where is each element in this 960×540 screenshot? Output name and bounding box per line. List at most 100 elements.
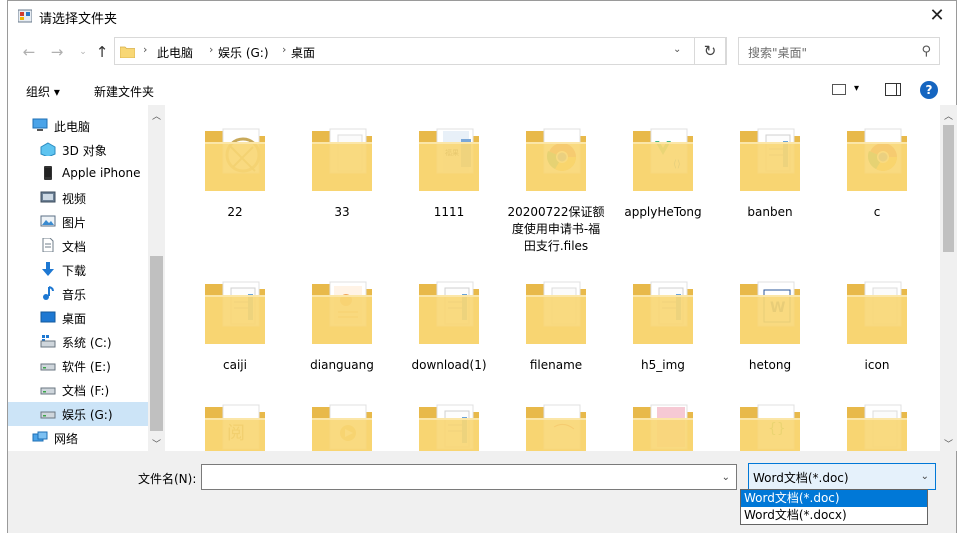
- sidebar-item[interactable]: 文档 (F:): [8, 378, 148, 402]
- folder-item[interactable]: 33: [292, 105, 392, 250]
- sidebar-item-label: 系统 (C:): [62, 336, 112, 350]
- folder-icon: W: [740, 281, 800, 344]
- view-mode-icon[interactable]: [832, 84, 846, 95]
- folder-icon: [312, 281, 372, 344]
- forward-arrow-icon[interactable]: →: [48, 43, 66, 61]
- close-icon[interactable]: ✕: [926, 5, 948, 27]
- sidebar-item[interactable]: 软件 (E:): [8, 354, 148, 378]
- folder-item[interactable]: [613, 381, 713, 451]
- download-icon: [42, 262, 54, 276]
- folder-name: dianguang: [310, 358, 374, 372]
- command-bar: 组织 ▾ 新建文件夹 ▾ ?: [8, 75, 956, 105]
- recent-dropdown-icon[interactable]: ⌄: [74, 43, 92, 61]
- sidebar-item-label: 网络: [54, 432, 79, 446]
- preview-pane-icon[interactable]: [885, 83, 901, 96]
- refresh-icon[interactable]: ↻: [694, 37, 726, 65]
- folder-icon: [847, 281, 907, 344]
- chevron-down-icon[interactable]: ⌄: [722, 472, 730, 483]
- scroll-up-icon[interactable]: ︿: [943, 109, 954, 122]
- sidebar-item[interactable]: Apple iPhone: [8, 162, 148, 186]
- folder-icon: [312, 128, 372, 191]
- filename-input[interactable]: ⌄: [201, 464, 737, 490]
- chevron-down-icon[interactable]: ⌄: [921, 471, 929, 482]
- folder-item[interactable]: 阅: [185, 381, 285, 451]
- folder-icon: 阅: [205, 404, 265, 451]
- document-icon: [42, 238, 54, 252]
- folder-icon: [419, 281, 479, 344]
- folder-name: caiji: [223, 358, 247, 372]
- address-bar[interactable]: › 此电脑 › 娱乐 (G:) › 桌面 ⌄: [114, 37, 727, 65]
- folder-item[interactable]: 福果 1111: [399, 105, 499, 250]
- sidebar-item-label: Apple iPhone: [62, 166, 141, 180]
- up-arrow-icon[interactable]: ↑: [93, 43, 111, 61]
- folder-icon: [740, 128, 800, 191]
- scrollbar-thumb[interactable]: [150, 256, 163, 431]
- breadcrumb-desktop[interactable]: 桌面: [291, 44, 315, 61]
- search-placeholder: 搜索"桌面": [748, 46, 808, 60]
- sidebar-item[interactable]: 此电脑: [8, 114, 148, 138]
- help-icon[interactable]: ?: [920, 81, 938, 99]
- sidebar-item[interactable]: 文档: [8, 234, 148, 258]
- folder-item[interactable]: 22: [185, 105, 285, 250]
- sidebar-item[interactable]: 系统 (C:): [8, 330, 148, 354]
- folder-item[interactable]: [292, 381, 392, 451]
- window-title: 请选择文件夹: [39, 12, 118, 27]
- file-list-scrollbar[interactable]: ︿ ﹀: [940, 105, 957, 451]
- chevron-right-icon[interactable]: ›: [282, 43, 286, 56]
- folder-name: 33: [334, 205, 350, 219]
- phone-icon: [44, 166, 52, 180]
- scroll-down-icon[interactable]: ﹀: [943, 437, 954, 450]
- drive-icon: [40, 387, 56, 395]
- folder-icon: [526, 281, 586, 344]
- folder-item[interactable]: ⟨⟩ applyHeTong: [613, 105, 713, 250]
- scroll-down-icon[interactable]: ﹀: [151, 437, 162, 450]
- folder-name: 1111: [433, 205, 465, 219]
- sidebar-item-label: 娱乐 (G:): [62, 408, 113, 422]
- organize-menu-button[interactable]: 组织 ▾: [26, 83, 60, 100]
- desktop-icon: [40, 311, 56, 323]
- sidebar-item[interactable]: 桌面: [8, 306, 148, 330]
- scroll-up-icon[interactable]: ︿: [151, 109, 162, 122]
- folder-item[interactable]: c: [827, 105, 927, 250]
- network-icon: [32, 431, 48, 442]
- nav-scrollbar[interactable]: ︿ ﹀: [148, 105, 165, 451]
- sidebar-item[interactable]: 音乐: [8, 282, 148, 306]
- app-icon: [18, 9, 32, 23]
- sidebar-item[interactable]: 图片: [8, 210, 148, 234]
- sidebar-item[interactable]: 娱乐 (G:): [8, 402, 148, 426]
- sidebar-item[interactable]: 视频: [8, 186, 148, 210]
- folder-item[interactable]: {}: [720, 381, 820, 451]
- folder-item[interactable]: [506, 381, 606, 451]
- picture-icon: [40, 215, 56, 227]
- sidebar-item[interactable]: 3D 对象: [8, 138, 148, 162]
- search-icon[interactable]: ⚲: [921, 44, 931, 59]
- chevron-down-icon[interactable]: ⌄: [673, 44, 681, 55]
- folder-item[interactable]: [399, 381, 499, 451]
- chevron-down-icon[interactable]: ▾: [854, 83, 859, 94]
- file-type-option[interactable]: Word文档(*.docx): [741, 507, 927, 524]
- file-list: 2233福果111120200722保证额度使用申请书-福田支行.files⟨⟩…: [165, 105, 940, 451]
- folder-icon: [847, 404, 907, 451]
- scrollbar-thumb[interactable]: [943, 125, 954, 252]
- address-row: ← → ⌄ ↑ › 此电脑 › 娱乐 (G:) › 桌面 ⌄ ↻ 搜索"桌面" …: [8, 37, 956, 67]
- folder-item[interactable]: [827, 381, 927, 451]
- new-folder-button[interactable]: 新建文件夹: [94, 83, 154, 100]
- chevron-right-icon[interactable]: ›: [209, 43, 213, 56]
- folder-item[interactable]: 20200722保证额度使用申请书-福田支行.files: [506, 105, 606, 253]
- sidebar-item-label: 文档: [62, 240, 87, 254]
- sidebar-item[interactable]: 网络: [8, 426, 148, 450]
- title-bar: 请选择文件夹 ✕: [8, 1, 956, 32]
- chevron-right-icon: ›: [143, 43, 148, 56]
- sidebar-item[interactable]: 下载: [8, 258, 148, 282]
- search-box[interactable]: 搜索"桌面" ⚲: [738, 37, 940, 65]
- breadcrumb-this-pc[interactable]: 此电脑: [157, 44, 193, 61]
- file-type-select[interactable]: Word文档(*.doc) ⌄: [748, 463, 936, 490]
- folder-icon: ⟨⟩: [633, 128, 693, 191]
- folder-name: 22: [227, 205, 243, 219]
- folder-icon: [633, 281, 693, 344]
- back-arrow-icon[interactable]: ←: [20, 43, 38, 61]
- folder-item[interactable]: banben: [720, 105, 820, 250]
- folder-icon: [205, 281, 265, 344]
- file-type-option[interactable]: Word文档(*.doc): [741, 490, 927, 507]
- breadcrumb-drive-g[interactable]: 娱乐 (G:): [218, 44, 269, 61]
